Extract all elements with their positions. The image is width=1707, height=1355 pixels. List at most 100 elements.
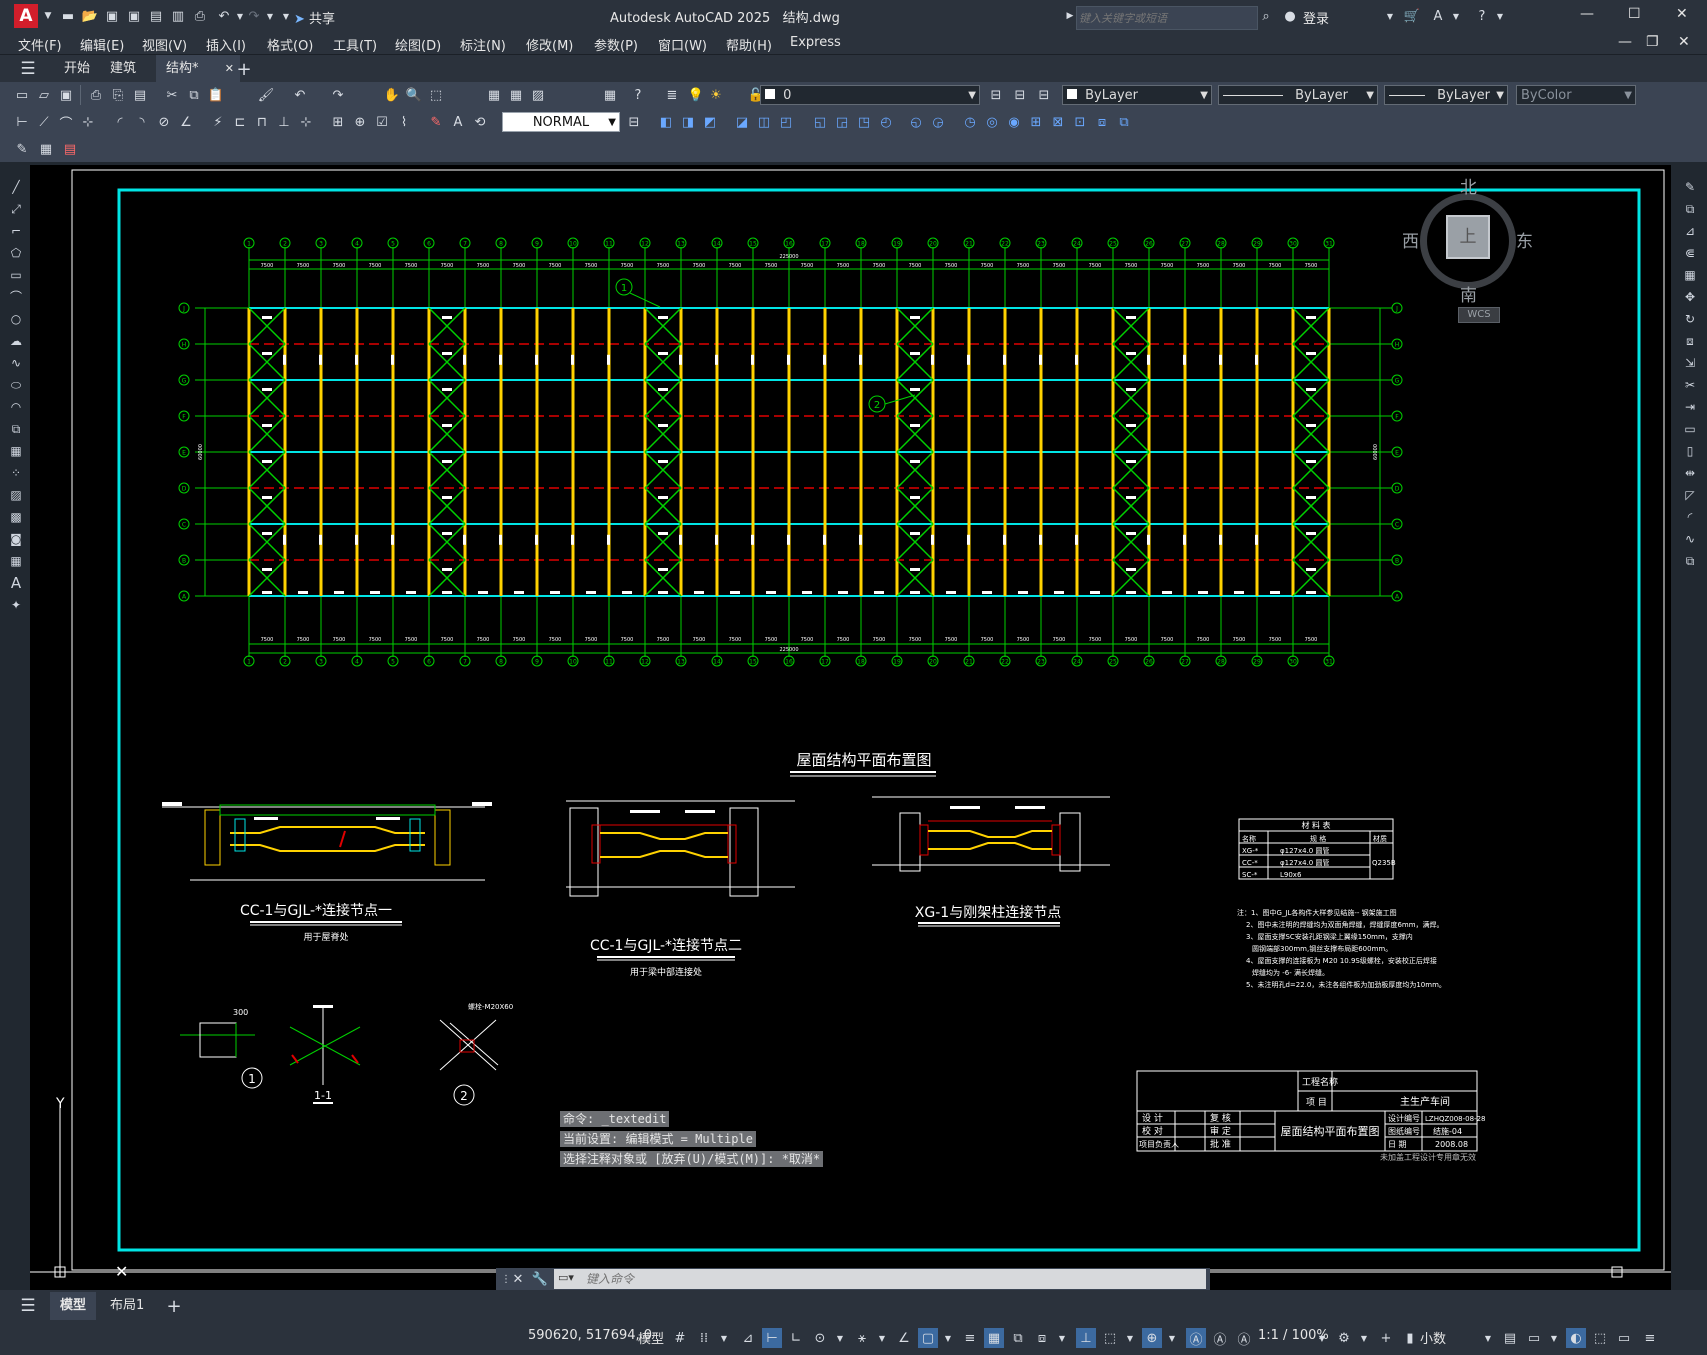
polyline-icon[interactable]: ⌐ [6, 222, 26, 240]
share-button[interactable]: ➤ 共享 [294, 8, 335, 27]
plot-icon[interactable]: ⎙ [190, 6, 210, 26]
selection-filter-icon[interactable]: ⬚ [1100, 1328, 1120, 1348]
menu-express[interactable]: Express [790, 35, 841, 50]
view-bottom-icon[interactable]: ◨ [678, 112, 698, 132]
layer-states-icon[interactable]: ⊟ [1034, 85, 1054, 105]
tab-layout1[interactable]: 布局1 [100, 1292, 154, 1320]
extend-icon[interactable]: ⇥ [1680, 398, 1700, 416]
textstyle-dropdown[interactable]: NORMAL ▼ [502, 112, 620, 132]
doc-restore-icon[interactable]: ❐ [1646, 34, 1659, 50]
attribute-icon[interactable]: ▤ [60, 139, 80, 159]
wcs-menu[interactable]: WCS [1458, 307, 1500, 323]
autoscale-icon[interactable]: Ⓐ [1210, 1328, 1230, 1348]
pan-icon[interactable]: ✋ [382, 85, 402, 105]
dim-angular-icon[interactable]: ∠ [176, 112, 196, 132]
transparency-icon[interactable]: ▦ [984, 1328, 1004, 1348]
dim-aligned-icon[interactable]: ⟋ [34, 112, 54, 132]
menu-window[interactable]: 窗口(W) [658, 35, 707, 54]
doc-close-icon[interactable]: ✕ [1678, 34, 1690, 50]
copy-icon[interactable]: ⧉ [184, 85, 204, 105]
print-icon[interactable]: ⎙ [86, 85, 106, 105]
clean-screen-icon[interactable]: ▭ [1614, 1328, 1634, 1348]
layer-on-icon[interactable]: 💡 [686, 85, 706, 105]
mtext-icon[interactable]: A [6, 574, 26, 592]
view-front-icon[interactable]: ◫ [754, 112, 774, 132]
orbit-icon[interactable]: ◶ [928, 112, 948, 132]
construction-line-icon[interactable]: ⤢ [6, 200, 26, 218]
view-se-icon[interactable]: ◲ [832, 112, 852, 132]
lineweight-dropdown[interactable]: ByLayer ▼ [1384, 85, 1508, 105]
break-icon[interactable]: ▯ [1680, 442, 1700, 460]
add-layout-icon[interactable]: + [164, 1296, 184, 1317]
app-logo[interactable]: A [14, 4, 38, 28]
model-canvas[interactable]: Y ✕ 225000225000117500750022750075003375… [30, 165, 1671, 1290]
menu-view[interactable]: 视图(V) [142, 35, 187, 54]
hide-icon[interactable]: ◷ [960, 112, 980, 132]
calc-icon[interactable]: ▦ [600, 85, 620, 105]
chamfer-icon[interactable]: ◸ [1680, 486, 1700, 504]
saveas-icon[interactable]: ▣ [124, 6, 144, 26]
menu-insert[interactable]: 插入(I) [206, 35, 246, 54]
menu-format[interactable]: 格式(O) [267, 35, 313, 54]
spline-icon[interactable]: ∿ [6, 354, 26, 372]
line-icon[interactable]: ╱ [6, 178, 26, 196]
zoom-window-icon[interactable]: ⬚ [426, 85, 446, 105]
create-block-icon[interactable]: ▦ [36, 139, 56, 159]
paste-icon[interactable]: 📋 [206, 85, 226, 105]
workspace-chevron-icon[interactable]: ▼ [1354, 1328, 1374, 1348]
dimstyle-icon[interactable]: ⊟ [624, 112, 644, 132]
cart-icon[interactable]: 🛒 [1402, 6, 1422, 26]
blend-icon[interactable]: ∿ [1680, 530, 1700, 548]
publish2-icon[interactable]: ▤ [130, 85, 150, 105]
viewcube-north[interactable]: 北 [1460, 173, 1477, 198]
menu-tools[interactable]: 工具(T) [333, 35, 377, 54]
new-icon[interactable]: ▬ [58, 6, 78, 26]
center-mark-icon[interactable]: ⊕ [350, 112, 370, 132]
view-nw-icon[interactable]: ◴ [876, 112, 896, 132]
osnap-chevron-icon[interactable]: ▼ [938, 1328, 958, 1348]
cmd-close-icon[interactable]: ✕ [508, 1269, 528, 1289]
qsave-icon[interactable]: ▣ [56, 85, 76, 105]
cut-icon[interactable]: ✂ [162, 85, 182, 105]
menu-file[interactable]: 文件(F) [18, 35, 62, 54]
close-icon[interactable]: ✕ [1676, 6, 1688, 22]
tab-architecture[interactable]: 建筑 [100, 55, 146, 83]
block-editor-icon[interactable]: ✎ [12, 139, 32, 159]
tab-start[interactable]: 开始 [54, 55, 100, 83]
ucs-world-icon[interactable]: ⊠ [1048, 112, 1068, 132]
mirror-icon[interactable]: ⊿ [1680, 222, 1700, 240]
maximize-icon[interactable]: ☐ [1628, 6, 1641, 22]
join-icon[interactable]: ⇹ [1680, 464, 1700, 482]
shade-icon[interactable]: ◎ [982, 112, 1002, 132]
insert-block-icon[interactable]: ⧉ [6, 420, 26, 438]
copy-object-icon[interactable]: ⧉ [1680, 200, 1700, 218]
3dosnap-chevron-icon[interactable]: ▼ [1052, 1328, 1072, 1348]
ucs-view-icon[interactable]: ⧈ [1092, 112, 1112, 132]
open-icon[interactable]: 📂 [80, 6, 100, 26]
plotstyle-dropdown[interactable]: ByColor ▼ [1516, 85, 1636, 105]
circle-icon[interactable]: ○ [6, 310, 26, 328]
gradient-icon[interactable]: ▩ [6, 508, 26, 526]
fillet-icon[interactable]: ◜ [1680, 508, 1700, 526]
help-icon[interactable]: ? [1472, 6, 1492, 26]
viewcube[interactable]: 上 北 南 西 东 [1402, 173, 1533, 306]
ellipse-icon[interactable]: ⬭ [6, 376, 26, 394]
dynamic-ucs-icon[interactable]: ⊥ [1076, 1328, 1096, 1348]
redo2-icon[interactable]: ↷ [328, 85, 348, 105]
polygon-icon[interactable]: ⬠ [6, 244, 26, 262]
view-sw-icon[interactable]: ◱ [810, 112, 830, 132]
otrack-icon[interactable]: ∠ [894, 1328, 914, 1348]
dim-jogged-icon[interactable]: ◝ [132, 112, 152, 132]
stretch-icon[interactable]: ⇲ [1680, 354, 1700, 372]
cmd-input-wrap[interactable]: ▭▾ [554, 1269, 1206, 1289]
selection-cycling-icon[interactable]: ⧉ [1008, 1328, 1028, 1348]
visual-style-icon[interactable]: ◵ [906, 112, 926, 132]
add-scale-icon[interactable]: + [1376, 1328, 1396, 1348]
snap-icon[interactable]: ⁞⁞ [694, 1328, 714, 1348]
cmd-customize-icon[interactable]: 🔧 [530, 1269, 550, 1289]
menu-help[interactable]: 帮助(H) [726, 35, 772, 54]
move-icon[interactable]: ✥ [1680, 288, 1700, 306]
tab-close-icon[interactable]: ✕ [225, 55, 234, 83]
layer-previous-icon[interactable]: ⊟ [1010, 85, 1030, 105]
lineweight-icon[interactable]: ≡ [960, 1328, 980, 1348]
